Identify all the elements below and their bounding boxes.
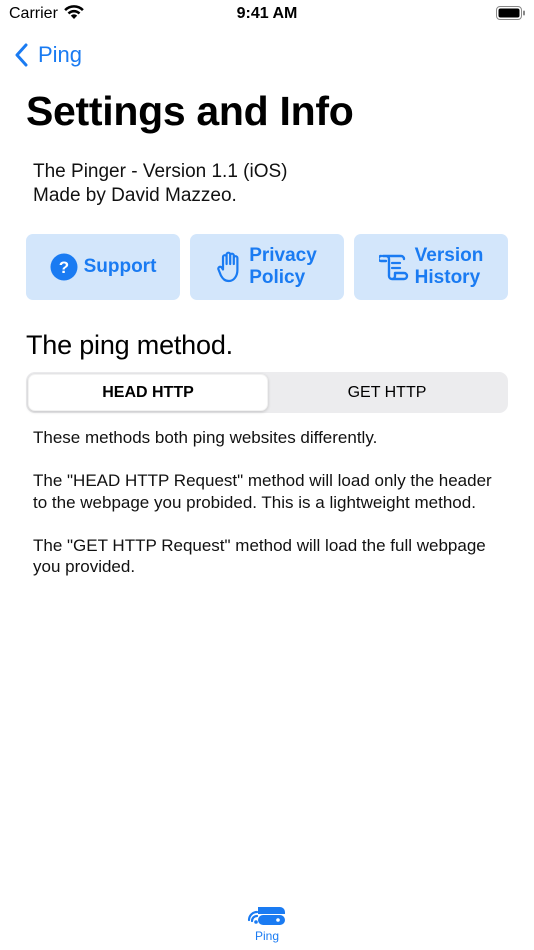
tab-bar: Ping [0,894,534,950]
ping-method-title: The ping method. [26,330,233,360]
tab-ping-label: Ping [254,929,280,943]
version-label-line2: History [414,267,481,288]
clock: 9:41 AM [236,5,298,22]
description-paragraph: The "HEAD HTTP Request" method will load… [33,471,492,512]
router-wifi-icon [247,907,285,925]
back-button[interactable]: Ping [14,38,82,72]
svg-text:?: ? [58,258,68,277]
ping-method-segmented-control: HEAD HTTP GET HTTP [26,372,508,413]
version-label-line1: Version [414,245,484,266]
hand-raised-icon [217,251,243,283]
segment-head-http[interactable]: HEAD HTTP [28,374,268,411]
tab-ping[interactable]: Ping [237,898,297,943]
method-description: These methods both ping websites differe… [33,427,493,599]
battery-icon [496,6,526,21]
action-buttons: ? Support Privacy Policy Version History [26,234,508,300]
status-bar: Carrier 9:41 AM [0,0,534,28]
version-text: The Pinger - Version 1.1 (iOS) [33,161,288,182]
privacy-policy-button[interactable]: Privacy Policy [190,234,344,300]
privacy-label-line2: Policy [249,267,306,288]
version-history-button[interactable]: Version History [354,234,508,300]
question-circle-icon: ? [50,253,78,281]
description-paragraph: The "GET HTTP Request" method will load … [33,535,486,577]
chevron-left-icon [15,43,28,67]
scroll-icon [378,252,409,282]
segment-get-http[interactable]: GET HTTP [268,374,506,411]
support-button[interactable]: ? Support [26,234,180,300]
description-paragraph: These methods both ping websites differe… [33,428,378,447]
page-title: Settings and Info [26,88,354,134]
back-label: Ping [38,42,83,67]
author-text: Made by David Mazzeo. [33,185,237,206]
privacy-label-line1: Privacy [249,245,317,266]
support-label: Support [83,256,157,277]
app-info: The Pinger - Version 1.1 (iOS) Made by D… [33,160,288,208]
